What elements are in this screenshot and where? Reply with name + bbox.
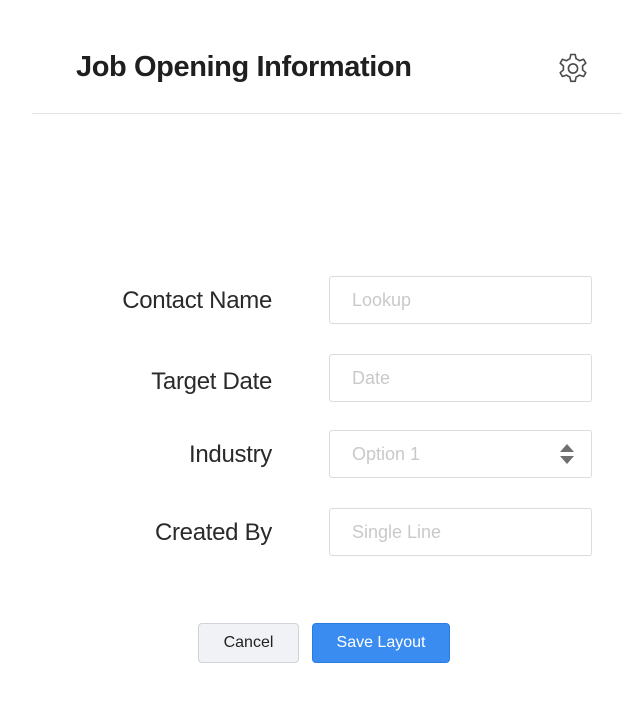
cancel-button[interactable]: Cancel [198,623,299,663]
target-date-placeholder: Date [352,368,391,388]
field-label-industry: Industry [189,441,272,468]
created-by-field[interactable]: Single Line [329,508,592,556]
industry-selected-value: Option 1 [352,444,421,464]
header-divider [32,113,622,114]
save-layout-button[interactable]: Save Layout [312,623,450,663]
page-title: Job Opening Information [76,51,412,83]
contact-name-field[interactable]: Lookup [329,276,592,324]
target-date-field[interactable]: Date [329,354,592,402]
industry-select[interactable]: Option 1 [329,430,592,478]
layout-editor-panel: Job Opening Information Contact Name Loo… [0,0,630,714]
panel-header: Job Opening Information [0,0,630,113]
contact-name-placeholder: Lookup [352,290,412,310]
form-row-industry: Industry Option 1 [0,430,630,480]
form-row-contact-name: Contact Name Lookup [0,276,630,326]
field-label-target-date: Target Date [151,368,272,395]
form-row-target-date: Target Date Date [0,354,630,404]
field-label-created-by: Created By [154,519,272,546]
field-label-contact-name: Contact Name [122,287,272,314]
gear-icon[interactable] [553,50,593,90]
select-arrows-icon [559,443,575,465]
form-row-created-by: Created By Single Line [0,508,630,558]
created-by-placeholder: Single Line [352,522,442,542]
